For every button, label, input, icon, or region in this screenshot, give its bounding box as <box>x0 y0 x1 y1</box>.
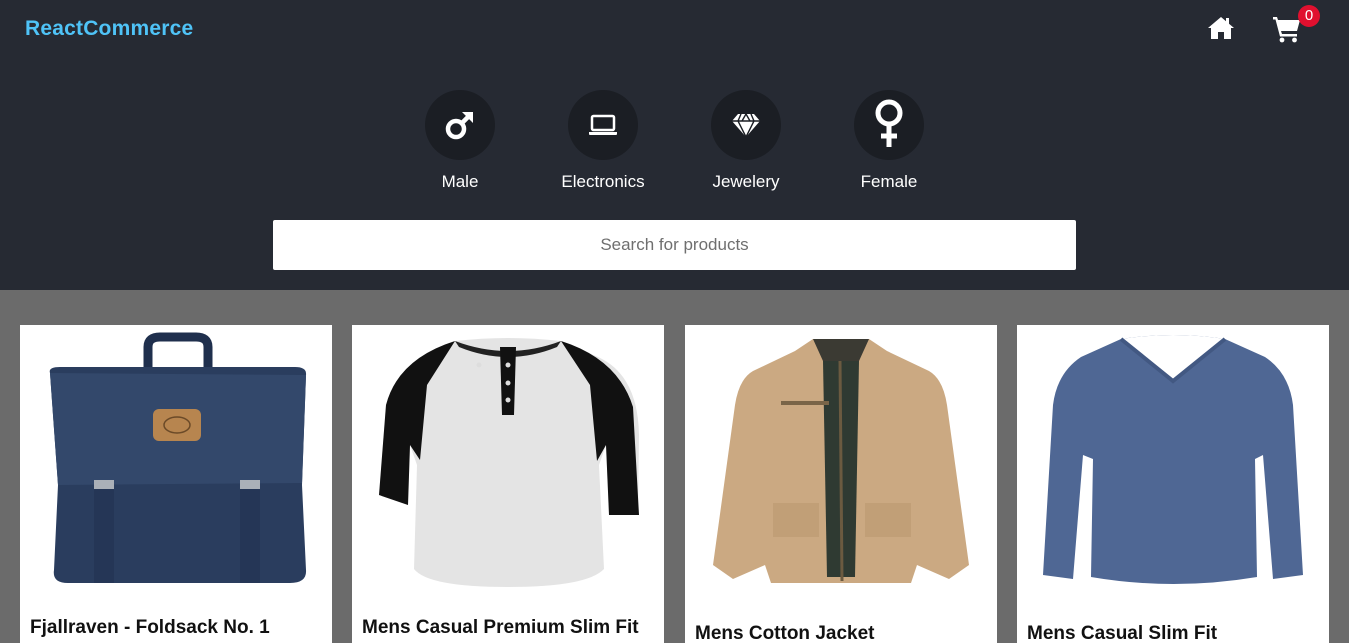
product-card[interactable]: Fjallraven - Foldsack No. 1 <box>20 325 332 643</box>
product-title: Mens Cotton Jacket <box>695 623 875 643</box>
product-image-jacket <box>713 339 969 583</box>
category-label: Female <box>860 172 918 191</box>
category-label: Jewelery <box>712 172 780 191</box>
category-label: Electronics <box>561 172 645 191</box>
cart-count-badge: 0 <box>1298 5 1320 27</box>
category-label: Male <box>441 172 479 191</box>
product-title: Mens Casual Slim Fit <box>1027 623 1218 643</box>
product-image-tshirt <box>379 338 639 587</box>
category-jewelery[interactable]: Jewelery <box>676 90 816 192</box>
product-title: Mens Casual Premium Slim Fit <box>362 617 639 638</box>
laptop-icon <box>589 114 617 135</box>
category-male[interactable]: Male <box>390 90 530 192</box>
category-female[interactable]: Female <box>819 90 959 192</box>
product-card[interactable]: Mens Cotton Jacket <box>685 325 997 643</box>
product-title: Fjallraven - Foldsack No. 1 <box>30 617 270 638</box>
product-image-longsleeve <box>1043 335 1303 584</box>
diamond-icon <box>732 113 760 139</box>
top-navbar <box>0 0 1349 60</box>
brand-logo-link[interactable]: ReactCommerce <box>25 17 193 41</box>
female-symbol-icon <box>875 99 903 147</box>
home-icon[interactable] <box>1207 15 1235 41</box>
male-symbol-icon <box>445 112 473 140</box>
product-card[interactable]: Mens Casual Premium Slim Fit <box>352 325 664 643</box>
category-electronics[interactable]: Electronics <box>533 90 673 192</box>
search-input[interactable] <box>273 220 1076 270</box>
product-card[interactable]: Mens Casual Slim Fit <box>1017 325 1329 643</box>
product-image-backpack <box>49 332 307 583</box>
